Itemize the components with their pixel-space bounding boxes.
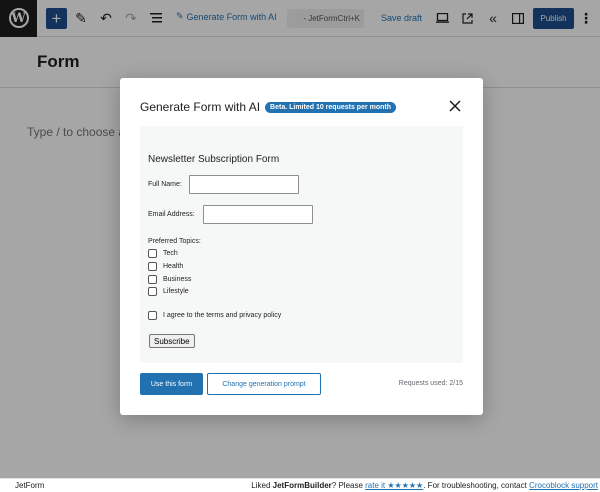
rate-link[interactable]: rate it ★★★★★ <box>365 481 423 490</box>
terms-checkbox-row[interactable]: I agree to the terms and privacy policy <box>148 311 281 320</box>
checkbox[interactable] <box>148 275 157 284</box>
topic-checkbox-row[interactable]: Business <box>148 275 191 284</box>
close-icon[interactable] <box>448 99 462 113</box>
terms-checkbox[interactable] <box>148 311 157 320</box>
checkbox[interactable] <box>148 287 157 296</box>
footer-product-name: JetFormBuilder <box>273 481 332 490</box>
full-name-label: Full Name: <box>148 181 182 188</box>
generate-form-modal: Generate Form with AI Beta. Limited 10 r… <box>120 78 483 415</box>
topic-label: Business <box>163 276 191 283</box>
topics-label: Preferred Topics: <box>148 238 201 245</box>
topic-label: Tech <box>163 250 178 257</box>
use-this-form-button[interactable]: Use this form <box>140 373 203 395</box>
footer-liked-text: Liked <box>251 481 272 490</box>
support-link[interactable]: Crocoblock support <box>529 481 598 490</box>
checkbox[interactable] <box>148 249 157 258</box>
topic-label: Health <box>163 263 183 270</box>
modal-header: Generate Form with AI Beta. Limited 10 r… <box>140 100 396 114</box>
requests-used-text: Requests used: 2/15 <box>399 380 463 387</box>
form-preview-title: Newsletter Subscription Form <box>148 154 279 165</box>
change-prompt-button[interactable]: Change generation prompt <box>207 373 321 395</box>
topic-checkbox-row[interactable]: Tech <box>148 249 178 258</box>
checkbox[interactable] <box>148 262 157 271</box>
email-label: Email Address: <box>148 211 195 218</box>
form-preview: Newsletter Subscription Form Full Name: … <box>140 126 463 363</box>
topic-checkbox-row[interactable]: Lifestyle <box>148 287 189 296</box>
topic-checkbox-row[interactable]: Health <box>148 262 183 271</box>
footer-breadcrumb[interactable]: JetForm <box>15 481 44 490</box>
topic-label: Lifestyle <box>163 288 189 295</box>
subscribe-button[interactable]: Subscribe <box>149 334 195 348</box>
terms-label: I agree to the terms and privacy policy <box>163 312 281 319</box>
footer-message: Liked JetFormBuilder? Please rate it ★★★… <box>251 481 598 490</box>
email-input[interactable] <box>203 205 313 224</box>
beta-badge: Beta. Limited 10 requests per month <box>265 102 396 113</box>
full-name-input[interactable] <box>189 175 299 194</box>
footer-please-text: ? Please <box>332 481 365 490</box>
modal-title: Generate Form with AI <box>140 100 260 114</box>
footer-trouble-text: . For troubleshooting, contact <box>423 481 529 490</box>
footer-bar: JetForm Liked JetFormBuilder? Please rat… <box>0 478 600 492</box>
